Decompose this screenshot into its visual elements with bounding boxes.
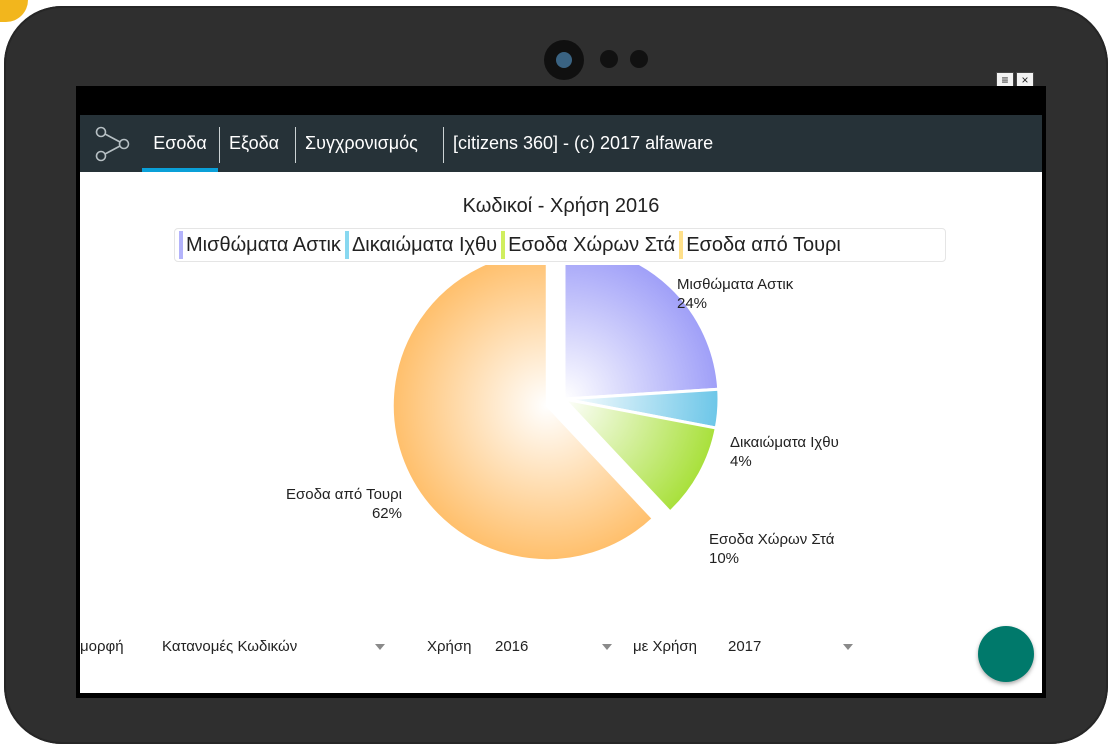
slice-percent: 62% xyxy=(371,505,402,522)
year-label: Χρήση xyxy=(427,638,472,655)
legend-item[interactable]: Μισθώματα Αστικ xyxy=(175,229,341,261)
legend-swatch xyxy=(344,231,349,259)
slice-name: Εσοδα από Τουρι xyxy=(286,486,402,503)
tab-label: Συγχρονισμός xyxy=(305,133,418,153)
year-select[interactable]: 2016 xyxy=(495,638,528,655)
format-select[interactable]: Κατανομές Κωδικών xyxy=(162,638,297,655)
sensor-dot xyxy=(630,50,648,68)
sensor-dot xyxy=(600,50,618,68)
action-button[interactable] xyxy=(978,626,1034,682)
tab-expenses[interactable]: Εξοδα xyxy=(229,115,279,172)
tab-divider xyxy=(295,127,296,163)
legend-label: Εσοδα Χώρων Στά xyxy=(508,233,676,256)
pie-slice-label: Εσοδα από Τουρι 62% xyxy=(270,485,402,523)
tab-label: [citizens 360] - (c) 2017 alfaware xyxy=(453,133,714,153)
legend-label: Εσοδα από Τουρι xyxy=(686,233,841,256)
camera-icon xyxy=(544,40,584,80)
tab-label: Εξοδα xyxy=(229,133,280,153)
tab-income[interactable]: Εσοδα xyxy=(142,115,218,172)
share-nodes-icon[interactable] xyxy=(92,123,132,163)
legend-item[interactable]: Εσοδα από Τουρι xyxy=(675,229,841,261)
chevron-down-icon[interactable] xyxy=(602,644,612,650)
legend-item[interactable]: Δικαιώματα Ιχθυ xyxy=(341,229,497,261)
tab-sync[interactable]: Συγχρονισμός xyxy=(305,115,418,172)
chevron-down-icon[interactable] xyxy=(375,644,385,650)
chart-options-bar: μορφή Κατανομές Κωδικών Χρήση 2016 με Χρ… xyxy=(80,628,1042,668)
legend-swatch xyxy=(679,231,684,259)
tab-label: Εσοδα xyxy=(153,133,207,153)
top-navigation-bar: Εσοδα Εξοδα Συγχρονισμός [citizens 360] … xyxy=(80,115,1042,172)
legend-swatch xyxy=(179,231,183,259)
chevron-down-icon[interactable] xyxy=(843,644,853,650)
pie-slice-label: Μισθώματα Αστικ 24% xyxy=(677,275,793,313)
slice-percent: 4% xyxy=(730,453,752,470)
slice-name: Δικαιώματα Ιχθυ xyxy=(730,434,839,451)
pie-slice-label: Δικαιώματα Ιχθυ 4% xyxy=(730,433,839,471)
tab-divider xyxy=(443,127,444,163)
slice-percent: 10% xyxy=(709,550,740,567)
compare-year-label: με Χρήση xyxy=(633,638,697,655)
pie-chart xyxy=(390,265,721,563)
slice-percent: 24% xyxy=(677,295,708,312)
chart-legend: Μισθώματα Αστικ Δικαιώματα Ιχθυ Εσοδα Χώ… xyxy=(174,228,946,262)
legend-label: Μισθώματα Αστικ xyxy=(186,233,341,256)
compare-year-select[interactable]: 2017 xyxy=(728,638,761,655)
legend-swatch xyxy=(501,231,506,259)
app-window: Εσοδα Εξοδα Συγχρονισμός [citizens 360] … xyxy=(80,115,1042,693)
legend-label: Δικαιώματα Ιχθυ xyxy=(351,233,498,256)
format-label: μορφή xyxy=(80,638,124,655)
tab-about[interactable]: [citizens 360] - (c) 2017 alfaware xyxy=(453,115,713,172)
pie-slice-label: Εσοδα Χώρων Στά 10% xyxy=(709,530,834,568)
slice-name: Μισθώματα Αστικ xyxy=(677,276,794,293)
legend-item[interactable]: Εσοδα Χώρων Στά xyxy=(497,229,675,261)
tab-divider xyxy=(219,127,220,163)
chart-title: Κωδικοί - Χρήση 2016 xyxy=(462,195,660,217)
slice-name: Εσοδα Χώρων Στά xyxy=(709,531,835,548)
